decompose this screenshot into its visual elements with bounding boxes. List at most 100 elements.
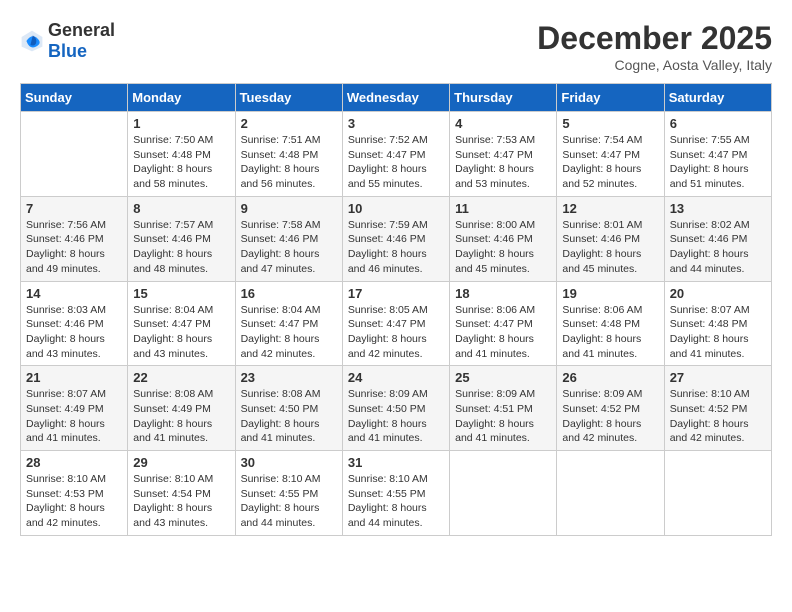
- day-number: 22: [133, 370, 229, 385]
- day-cell: 18 Sunrise: 8:06 AMSunset: 4:47 PMDaylig…: [450, 281, 557, 366]
- col-header-thursday: Thursday: [450, 84, 557, 112]
- day-info: Sunrise: 8:09 AMSunset: 4:50 PMDaylight:…: [348, 387, 444, 446]
- day-info: Sunrise: 8:08 AMSunset: 4:49 PMDaylight:…: [133, 387, 229, 446]
- day-info: Sunrise: 8:06 AMSunset: 4:47 PMDaylight:…: [455, 303, 551, 362]
- day-info: Sunrise: 7:54 AMSunset: 4:47 PMDaylight:…: [562, 133, 658, 192]
- day-cell: [664, 451, 771, 536]
- day-cell: 14 Sunrise: 8:03 AMSunset: 4:46 PMDaylig…: [21, 281, 128, 366]
- day-number: 10: [348, 201, 444, 216]
- day-info: Sunrise: 8:00 AMSunset: 4:46 PMDaylight:…: [455, 218, 551, 277]
- day-cell: [450, 451, 557, 536]
- day-info: Sunrise: 7:58 AMSunset: 4:46 PMDaylight:…: [241, 218, 337, 277]
- day-number: 27: [670, 370, 766, 385]
- day-number: 16: [241, 286, 337, 301]
- day-cell: 7 Sunrise: 7:56 AMSunset: 4:46 PMDayligh…: [21, 196, 128, 281]
- day-info: Sunrise: 8:01 AMSunset: 4:46 PMDaylight:…: [562, 218, 658, 277]
- page-header: General Blue December 2025 Cogne, Aosta …: [20, 20, 772, 73]
- day-number: 14: [26, 286, 122, 301]
- day-cell: 30 Sunrise: 8:10 AMSunset: 4:55 PMDaylig…: [235, 451, 342, 536]
- day-number: 24: [348, 370, 444, 385]
- day-info: Sunrise: 7:59 AMSunset: 4:46 PMDaylight:…: [348, 218, 444, 277]
- calendar-table: SundayMondayTuesdayWednesdayThursdayFrid…: [20, 83, 772, 536]
- day-cell: 22 Sunrise: 8:08 AMSunset: 4:49 PMDaylig…: [128, 366, 235, 451]
- day-cell: 25 Sunrise: 8:09 AMSunset: 4:51 PMDaylig…: [450, 366, 557, 451]
- day-info: Sunrise: 8:07 AMSunset: 4:48 PMDaylight:…: [670, 303, 766, 362]
- day-info: Sunrise: 8:05 AMSunset: 4:47 PMDaylight:…: [348, 303, 444, 362]
- day-number: 21: [26, 370, 122, 385]
- day-number: 29: [133, 455, 229, 470]
- day-info: Sunrise: 8:10 AMSunset: 4:53 PMDaylight:…: [26, 472, 122, 531]
- day-number: 11: [455, 201, 551, 216]
- week-row-2: 7 Sunrise: 7:56 AMSunset: 4:46 PMDayligh…: [21, 196, 772, 281]
- day-number: 18: [455, 286, 551, 301]
- day-number: 5: [562, 116, 658, 131]
- col-header-sunday: Sunday: [21, 84, 128, 112]
- day-number: 12: [562, 201, 658, 216]
- day-info: Sunrise: 8:08 AMSunset: 4:50 PMDaylight:…: [241, 387, 337, 446]
- day-number: 3: [348, 116, 444, 131]
- month-title: December 2025: [537, 20, 772, 57]
- day-cell: 16 Sunrise: 8:04 AMSunset: 4:47 PMDaylig…: [235, 281, 342, 366]
- week-row-5: 28 Sunrise: 8:10 AMSunset: 4:53 PMDaylig…: [21, 451, 772, 536]
- day-info: Sunrise: 7:52 AMSunset: 4:47 PMDaylight:…: [348, 133, 444, 192]
- day-info: Sunrise: 8:03 AMSunset: 4:46 PMDaylight:…: [26, 303, 122, 362]
- week-row-4: 21 Sunrise: 8:07 AMSunset: 4:49 PMDaylig…: [21, 366, 772, 451]
- day-number: 2: [241, 116, 337, 131]
- day-info: Sunrise: 7:56 AMSunset: 4:46 PMDaylight:…: [26, 218, 122, 277]
- day-cell: 10 Sunrise: 7:59 AMSunset: 4:46 PMDaylig…: [342, 196, 449, 281]
- location-title: Cogne, Aosta Valley, Italy: [537, 57, 772, 73]
- day-cell: 27 Sunrise: 8:10 AMSunset: 4:52 PMDaylig…: [664, 366, 771, 451]
- day-info: Sunrise: 8:07 AMSunset: 4:49 PMDaylight:…: [26, 387, 122, 446]
- day-info: Sunrise: 8:09 AMSunset: 4:52 PMDaylight:…: [562, 387, 658, 446]
- day-cell: 1 Sunrise: 7:50 AMSunset: 4:48 PMDayligh…: [128, 112, 235, 197]
- col-header-monday: Monday: [128, 84, 235, 112]
- day-cell: 13 Sunrise: 8:02 AMSunset: 4:46 PMDaylig…: [664, 196, 771, 281]
- day-cell: 28 Sunrise: 8:10 AMSunset: 4:53 PMDaylig…: [21, 451, 128, 536]
- day-info: Sunrise: 8:04 AMSunset: 4:47 PMDaylight:…: [241, 303, 337, 362]
- day-cell: [21, 112, 128, 197]
- logo-general: General: [48, 20, 115, 40]
- day-number: 30: [241, 455, 337, 470]
- day-info: Sunrise: 7:57 AMSunset: 4:46 PMDaylight:…: [133, 218, 229, 277]
- day-info: Sunrise: 8:04 AMSunset: 4:47 PMDaylight:…: [133, 303, 229, 362]
- day-info: Sunrise: 7:51 AMSunset: 4:48 PMDaylight:…: [241, 133, 337, 192]
- day-info: Sunrise: 8:10 AMSunset: 4:52 PMDaylight:…: [670, 387, 766, 446]
- day-cell: 2 Sunrise: 7:51 AMSunset: 4:48 PMDayligh…: [235, 112, 342, 197]
- title-block: December 2025 Cogne, Aosta Valley, Italy: [537, 20, 772, 73]
- day-cell: [557, 451, 664, 536]
- col-header-tuesday: Tuesday: [235, 84, 342, 112]
- day-number: 17: [348, 286, 444, 301]
- day-cell: 26 Sunrise: 8:09 AMSunset: 4:52 PMDaylig…: [557, 366, 664, 451]
- day-info: Sunrise: 8:10 AMSunset: 4:54 PMDaylight:…: [133, 472, 229, 531]
- day-number: 7: [26, 201, 122, 216]
- day-cell: 3 Sunrise: 7:52 AMSunset: 4:47 PMDayligh…: [342, 112, 449, 197]
- day-number: 25: [455, 370, 551, 385]
- day-info: Sunrise: 7:53 AMSunset: 4:47 PMDaylight:…: [455, 133, 551, 192]
- logo-blue: Blue: [48, 41, 87, 61]
- day-number: 1: [133, 116, 229, 131]
- week-row-3: 14 Sunrise: 8:03 AMSunset: 4:46 PMDaylig…: [21, 281, 772, 366]
- day-cell: 15 Sunrise: 8:04 AMSunset: 4:47 PMDaylig…: [128, 281, 235, 366]
- col-header-friday: Friday: [557, 84, 664, 112]
- day-number: 6: [670, 116, 766, 131]
- day-number: 20: [670, 286, 766, 301]
- day-number: 9: [241, 201, 337, 216]
- day-number: 13: [670, 201, 766, 216]
- day-cell: 19 Sunrise: 8:06 AMSunset: 4:48 PMDaylig…: [557, 281, 664, 366]
- day-cell: 12 Sunrise: 8:01 AMSunset: 4:46 PMDaylig…: [557, 196, 664, 281]
- day-info: Sunrise: 8:10 AMSunset: 4:55 PMDaylight:…: [241, 472, 337, 531]
- day-info: Sunrise: 7:50 AMSunset: 4:48 PMDaylight:…: [133, 133, 229, 192]
- day-number: 19: [562, 286, 658, 301]
- days-header-row: SundayMondayTuesdayWednesdayThursdayFrid…: [21, 84, 772, 112]
- day-cell: 11 Sunrise: 8:00 AMSunset: 4:46 PMDaylig…: [450, 196, 557, 281]
- day-info: Sunrise: 8:06 AMSunset: 4:48 PMDaylight:…: [562, 303, 658, 362]
- day-info: Sunrise: 8:02 AMSunset: 4:46 PMDaylight:…: [670, 218, 766, 277]
- col-header-saturday: Saturday: [664, 84, 771, 112]
- day-number: 4: [455, 116, 551, 131]
- day-cell: 20 Sunrise: 8:07 AMSunset: 4:48 PMDaylig…: [664, 281, 771, 366]
- day-number: 26: [562, 370, 658, 385]
- logo: General Blue: [20, 20, 115, 62]
- day-cell: 17 Sunrise: 8:05 AMSunset: 4:47 PMDaylig…: [342, 281, 449, 366]
- day-cell: 4 Sunrise: 7:53 AMSunset: 4:47 PMDayligh…: [450, 112, 557, 197]
- col-header-wednesday: Wednesday: [342, 84, 449, 112]
